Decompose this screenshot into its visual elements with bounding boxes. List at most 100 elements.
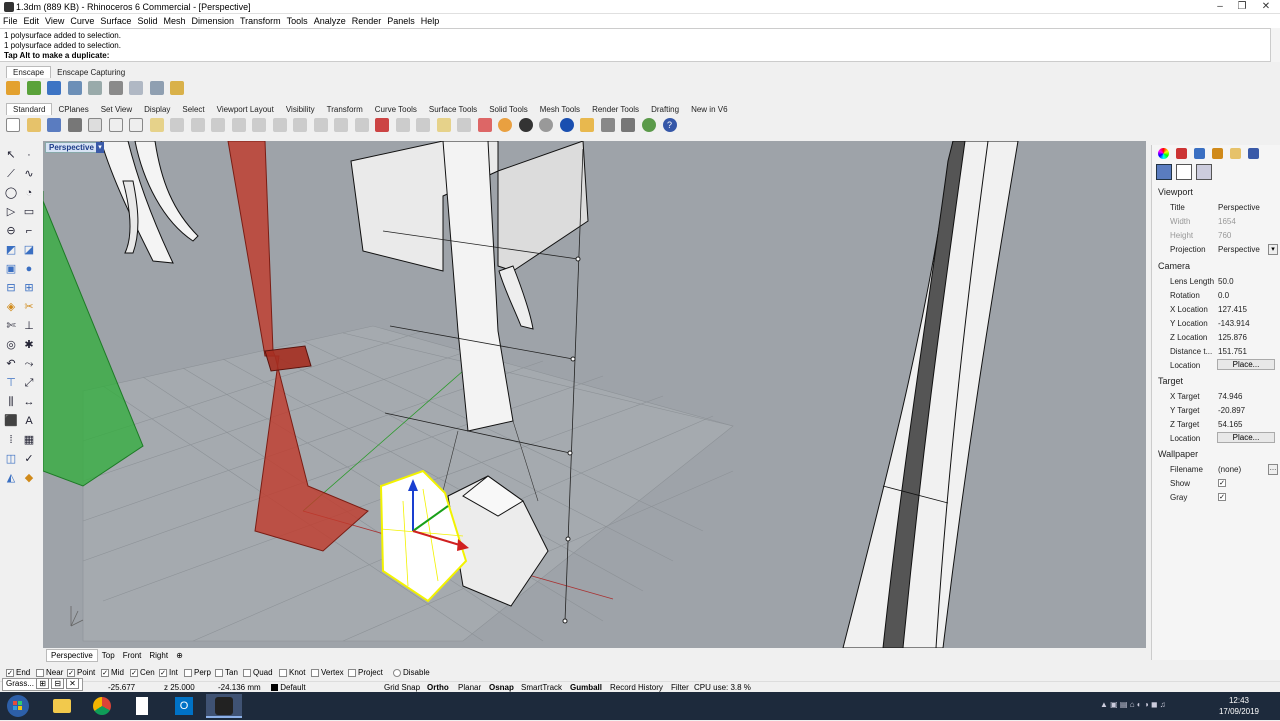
undo-view-icon[interactable]	[313, 118, 328, 132]
rotation-field[interactable]: 0.0	[1218, 291, 1229, 300]
control-point[interactable]	[570, 356, 576, 362]
tab-surface-tools[interactable]: Surface Tools	[423, 104, 483, 115]
loft-icon[interactable]: ◪	[22, 243, 36, 257]
libraries-tab-icon[interactable]	[1230, 148, 1241, 159]
circle-icon[interactable]: ◯	[4, 186, 18, 200]
enscape-feedback-icon[interactable]	[149, 81, 164, 95]
analyze-icon[interactable]: ◫	[4, 452, 18, 466]
zoom-window-icon[interactable]	[252, 118, 267, 132]
checkbox-icon[interactable]: ✓	[67, 668, 75, 677]
menu-edit[interactable]: Edit	[21, 14, 43, 26]
hatch-icon[interactable]: ▦	[22, 433, 36, 447]
file-explorer-icon[interactable]	[44, 694, 80, 718]
osnap-tan[interactable]: Tan	[215, 668, 238, 677]
tab-perspective[interactable]: Perspective	[46, 649, 98, 662]
osnap-perp[interactable]: Perp	[184, 668, 211, 677]
surface-icon[interactable]: ◩	[4, 243, 18, 257]
ground-tab-icon[interactable]	[1212, 148, 1223, 159]
render-mesh-icon[interactable]: ◭	[4, 471, 18, 485]
checkbox-icon[interactable]	[36, 668, 44, 677]
tab-cplanes[interactable]: CPlanes	[52, 104, 94, 115]
smarttrack-toggle[interactable]: SmartTrack	[521, 683, 562, 692]
distance-field[interactable]: 151.751	[1218, 347, 1247, 356]
curve-icon[interactable]: ∿	[22, 167, 36, 181]
select-filter-icon[interactable]	[375, 118, 390, 132]
block-icon[interactable]: ⬛	[4, 414, 18, 428]
projection-select[interactable]: Perspective	[1218, 245, 1260, 254]
menu-view[interactable]: View	[42, 14, 67, 26]
checkbox-icon[interactable]	[311, 668, 319, 677]
viewport-title-field[interactable]: Perspective	[1218, 203, 1260, 212]
control-point[interactable]	[575, 256, 581, 262]
target-place-button[interactable]: Place...	[1217, 432, 1275, 443]
add-viewport-icon[interactable]: ⊕	[172, 650, 187, 661]
tab-top[interactable]: Top	[98, 650, 119, 661]
dimension-icon[interactable]: ↔	[22, 395, 36, 409]
tab-solid-tools[interactable]: Solid Tools	[483, 104, 534, 115]
material-icon[interactable]	[518, 118, 533, 132]
osnap-quad[interactable]: Quad	[243, 668, 273, 677]
osnap-near[interactable]: Near	[36, 668, 63, 677]
gumball-toggle[interactable]: Gumball	[570, 683, 602, 692]
osnap-project[interactable]: Project	[348, 668, 383, 677]
tab-transform[interactable]: Transform	[321, 104, 369, 115]
taskbar-clock[interactable]: 12:43 17/09/2019	[1215, 695, 1263, 717]
show-checkbox[interactable]: ✓	[1218, 479, 1226, 487]
gray-checkbox[interactable]: ✓	[1218, 493, 1226, 501]
wallpaper-filename-field[interactable]: (none)	[1218, 465, 1241, 474]
checkbox-icon[interactable]: ✓	[159, 668, 167, 677]
system-tray[interactable]: ▲ ▣ ▤ ⌂ ◐ ◑ ◼ ♫	[1100, 700, 1210, 712]
polyline-icon[interactable]: ⟋	[4, 167, 18, 181]
polygon-icon[interactable]: ▷	[4, 205, 18, 219]
osnap-vertex[interactable]: Vertex	[311, 668, 344, 677]
tab-select[interactable]: Select	[176, 104, 210, 115]
box-icon[interactable]: ▣	[4, 262, 18, 276]
enscape-export-icon[interactable]	[108, 81, 123, 95]
group-icon[interactable]: ◎	[4, 338, 18, 352]
pan-icon[interactable]	[190, 118, 205, 132]
checkbox-icon[interactable]	[243, 668, 251, 677]
check-icon[interactable]: ✓	[22, 452, 36, 466]
array-icon[interactable]: ⁞	[4, 433, 18, 447]
tab-drafting[interactable]: Drafting	[645, 104, 685, 115]
checkbox-icon[interactable]	[184, 668, 192, 677]
tab-front[interactable]: Front	[119, 650, 146, 661]
tab-enscape-capturing[interactable]: Enscape Capturing	[51, 67, 131, 78]
save-icon[interactable]	[47, 118, 62, 132]
tab-standard[interactable]: Standard	[6, 103, 53, 115]
undo-icon[interactable]	[170, 118, 185, 132]
tab-render-tools[interactable]: Render Tools	[586, 104, 645, 115]
viewport-scene[interactable]	[43, 141, 1146, 648]
text-icon[interactable]: A	[22, 414, 36, 428]
trim-icon[interactable]: ✄	[4, 319, 18, 333]
enscape-views-icon[interactable]	[47, 81, 62, 95]
osnap-cen[interactable]: ✓ Cen	[130, 668, 155, 677]
control-point[interactable]	[567, 450, 573, 456]
environment-tab-icon[interactable]	[1194, 148, 1205, 159]
import-icon[interactable]	[88, 118, 103, 132]
central-box-side[interactable]	[497, 141, 589, 272]
menu-render[interactable]: Render	[349, 14, 385, 26]
object-settings-icon[interactable]	[1196, 164, 1212, 180]
cplane-icon[interactable]	[354, 118, 369, 132]
filter-toggle[interactable]: Filter	[671, 683, 689, 692]
minimize-icon[interactable]: –	[1210, 0, 1230, 14]
checkbox-icon[interactable]	[279, 668, 287, 677]
zoom-extents-icon[interactable]	[272, 118, 287, 132]
tab-visibility[interactable]: Visibility	[280, 104, 321, 115]
tab-set-view[interactable]: Set View	[95, 104, 138, 115]
menu-solid[interactable]: Solid	[134, 14, 160, 26]
enscape-video-icon[interactable]	[67, 81, 82, 95]
materials-tab-icon[interactable]	[1176, 148, 1187, 159]
cut-icon[interactable]	[108, 118, 123, 132]
osnap-end[interactable]: ✓ End	[6, 668, 30, 677]
perspective-viewport[interactable]	[43, 141, 1146, 648]
planar-toggle[interactable]: Planar	[458, 683, 481, 692]
chrome-icon[interactable]	[84, 694, 120, 718]
grid-icon[interactable]	[395, 118, 410, 132]
enscape-sync-icon[interactable]	[26, 81, 41, 95]
boolean-icon[interactable]: ◈	[4, 300, 18, 314]
shade-icon[interactable]	[416, 118, 431, 132]
osnap-knot[interactable]: Knot	[279, 668, 305, 677]
fillet-curve-icon[interactable]: ⌐	[22, 224, 36, 238]
